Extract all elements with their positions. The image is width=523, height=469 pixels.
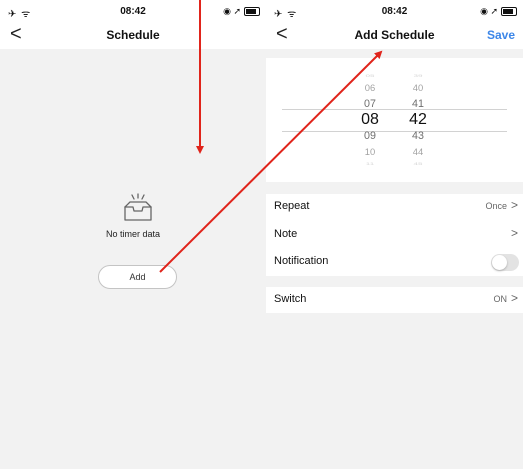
nav-bar: < Add Schedule Save bbox=[266, 22, 523, 49]
notification-toggle[interactable] bbox=[491, 254, 519, 271]
hour-option[interactable]: 11 bbox=[345, 160, 395, 168]
status-right-icons: ◉ ➚ bbox=[223, 6, 260, 17]
chevron-right-icon: > bbox=[510, 226, 518, 240]
chevron-right-icon: > bbox=[510, 198, 518, 212]
minute-option[interactable]: 41 bbox=[393, 96, 443, 112]
empty-tray-icon bbox=[124, 193, 152, 221]
hour-wheel[interactable]: 05 06 07 08 09 10 11 bbox=[345, 58, 395, 182]
minute-option[interactable]: 39 bbox=[393, 72, 443, 80]
minute-option[interactable]: 43 bbox=[393, 128, 443, 144]
hour-option[interactable]: 07 bbox=[345, 96, 395, 112]
hour-option[interactable]: 09 bbox=[345, 128, 395, 144]
notification-row: Notification bbox=[266, 249, 523, 275]
location-icon: ◉ ➚ bbox=[223, 6, 241, 16]
minute-option[interactable]: 42 bbox=[393, 112, 443, 128]
switch-row[interactable]: Switch ON > bbox=[266, 287, 523, 313]
chevron-right-icon: > bbox=[510, 291, 518, 305]
minute-wheel[interactable]: 39 40 41 42 43 44 45 bbox=[393, 58, 443, 182]
time-picker[interactable]: 05 06 07 08 09 10 11 39 40 41 42 43 44 45 bbox=[266, 58, 523, 182]
note-label: Note bbox=[274, 228, 298, 240]
switch-label: Switch bbox=[274, 293, 307, 305]
hour-option[interactable]: 10 bbox=[345, 144, 395, 160]
page-title: Schedule bbox=[106, 28, 160, 42]
repeat-label: Repeat bbox=[274, 200, 310, 212]
battery-icon bbox=[244, 7, 260, 16]
hour-option[interactable]: 06 bbox=[345, 80, 395, 96]
schedule-screen: ✈ ᯤ 08:42 ◉ ➚ < Schedule No timer data A… bbox=[0, 0, 266, 469]
note-row[interactable]: Note > bbox=[266, 222, 523, 248]
page-title: Add Schedule bbox=[354, 28, 435, 42]
repeat-value: Once bbox=[485, 201, 507, 211]
status-right-icons: ◉ ➚ bbox=[480, 6, 517, 17]
add-button[interactable]: Add bbox=[98, 265, 177, 289]
hour-option[interactable]: 08 bbox=[345, 112, 395, 128]
notification-label: Notification bbox=[274, 255, 329, 267]
add-schedule-screen: ✈ ᯤ 08:42 ◉ ➚ < Add Schedule Save 05 06 07… bbox=[266, 0, 523, 469]
repeat-row[interactable]: Repeat Once > bbox=[266, 194, 523, 220]
nav-bar: < Schedule bbox=[0, 22, 266, 49]
switch-value: ON bbox=[493, 294, 508, 304]
hour-option[interactable]: 05 bbox=[345, 72, 395, 80]
status-bar: ✈ ᯤ 08:42 ◉ ➚ bbox=[0, 0, 266, 22]
battery-icon bbox=[501, 7, 517, 16]
minute-option[interactable]: 40 bbox=[393, 80, 443, 96]
settings-group: Repeat Once > Note > Notification bbox=[266, 194, 523, 276]
save-button[interactable]: Save bbox=[487, 28, 515, 42]
minute-option[interactable]: 44 bbox=[393, 144, 443, 160]
empty-state-text: No timer data bbox=[105, 229, 161, 239]
switch-group: Switch ON > bbox=[266, 287, 523, 313]
toggle-knob bbox=[492, 255, 507, 270]
status-bar: ✈ ᯤ 08:42 ◉ ➚ bbox=[266, 0, 523, 22]
location-icon: ◉ ➚ bbox=[480, 6, 498, 16]
minute-option[interactable]: 45 bbox=[393, 160, 443, 168]
